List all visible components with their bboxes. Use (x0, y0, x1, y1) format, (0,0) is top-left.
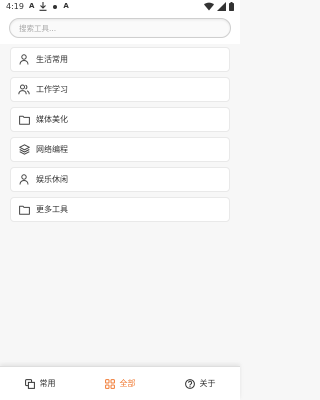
bottom-navigation: 常用 全部 关于 (0, 366, 240, 400)
status-bar: 4:19 A A (0, 0, 240, 14)
wifi-icon (204, 2, 214, 11)
nav-tab-all[interactable]: 全部 (80, 367, 160, 400)
copy-icon (24, 378, 35, 389)
nav-label: 常用 (39, 379, 56, 388)
category-item-network[interactable]: 网络编程 (10, 137, 230, 162)
help-circle-icon (184, 378, 195, 389)
category-label: 工作学习 (36, 85, 68, 94)
search-bar-container: 搜索工具... (0, 14, 240, 44)
status-right (204, 2, 234, 11)
notification-a-icon: A (28, 2, 35, 10)
nav-tab-common[interactable]: 常用 (0, 367, 80, 400)
status-left: 4:19 A A (6, 2, 69, 11)
battery-icon (229, 2, 234, 11)
nav-label: 全部 (119, 379, 136, 388)
nav-tab-about[interactable]: 关于 (160, 367, 240, 400)
category-item-more[interactable]: 更多工具 (10, 197, 230, 222)
status-time: 4:19 (6, 2, 24, 11)
notification-dot-icon (52, 4, 58, 10)
signal-icon (217, 2, 226, 11)
folder-icon (18, 204, 30, 216)
person-icon (18, 174, 30, 186)
download-icon (39, 2, 47, 11)
layers-icon (18, 144, 30, 156)
category-item-media[interactable]: 媒体美化 (10, 107, 230, 132)
person-icon (18, 54, 30, 66)
folder-icon (18, 114, 30, 126)
category-label: 娱乐休闲 (36, 175, 68, 184)
category-item-life[interactable]: 生活常用 (10, 47, 230, 72)
category-label: 媒体美化 (36, 115, 68, 124)
category-list: 生活常用 工作学习 媒体美化 网络编程 娱乐休闲 更多工具 (10, 47, 230, 227)
category-item-work[interactable]: 工作学习 (10, 77, 230, 102)
people-icon (18, 84, 30, 96)
category-item-entertainment[interactable]: 娱乐休闲 (10, 167, 230, 192)
notification-a-icon-2: A (63, 2, 69, 10)
category-label: 网络编程 (36, 145, 68, 154)
category-label: 生活常用 (36, 55, 68, 64)
nav-label: 关于 (199, 379, 216, 388)
category-label: 更多工具 (36, 205, 68, 214)
search-input[interactable]: 搜索工具... (9, 18, 231, 38)
grid-icon (104, 378, 115, 389)
